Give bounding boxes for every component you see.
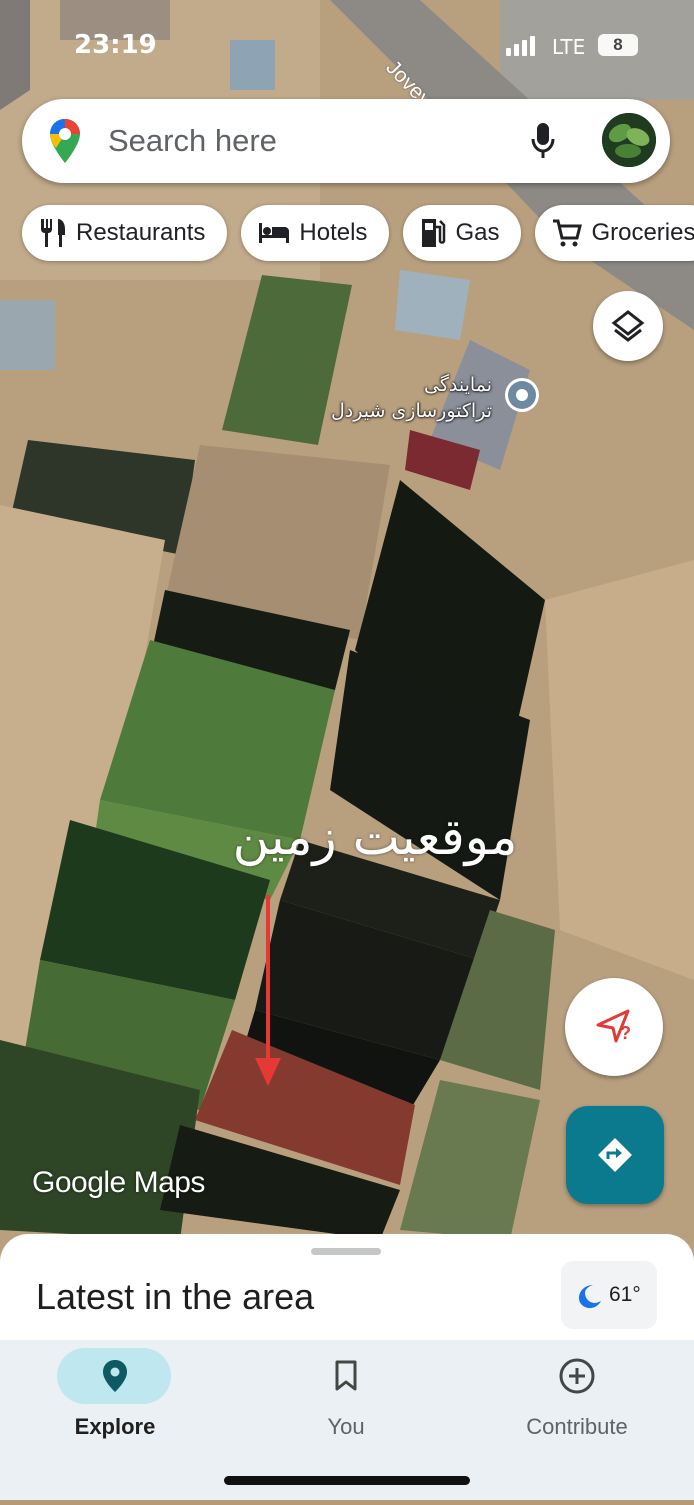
signal-icon (506, 36, 535, 56)
land-location-annotation: موقعیت زمین (232, 808, 518, 866)
place-marker[interactable] (503, 376, 541, 414)
place-label-line1: نمایندگی (424, 374, 492, 396)
bookmark-icon (335, 1360, 357, 1391)
sheet-drag-handle[interactable] (311, 1248, 381, 1255)
chip-restaurants[interactable]: Restaurants (22, 205, 228, 261)
place-pin-icon (505, 378, 539, 412)
place-label-line2: تراکتورسازی شیردل (330, 400, 492, 422)
location-unknown-icon: ? (596, 1009, 631, 1043)
avatar[interactable] (602, 113, 656, 167)
nav-label: Explore (74, 1414, 156, 1439)
shopping-cart-icon (553, 219, 583, 247)
weather-badge[interactable]: 61° (561, 1261, 657, 1329)
nav-label: You (327, 1414, 365, 1439)
chip-groceries[interactable]: Groceries (535, 205, 694, 261)
status-time: 23:19 (74, 30, 157, 60)
home-indicator[interactable] (224, 1476, 470, 1485)
bottom-sheet[interactable]: Latest in the area 61° (0, 1234, 694, 1354)
layers-icon (611, 310, 645, 342)
chip-label: Hotels (299, 219, 368, 246)
location-button[interactable]: ? (565, 978, 663, 1076)
nav-label: Contribute (526, 1414, 628, 1439)
chip-gas[interactable]: Gas (403, 205, 522, 261)
sheet-title: Latest in the area (36, 1276, 315, 1317)
location-pin-icon (103, 1360, 127, 1392)
nav-explore[interactable]: Explore (0, 1340, 230, 1450)
category-chips: Restaurants Hotels Gas Groceries (22, 205, 694, 261)
search-bar[interactable]: Search here (22, 99, 670, 183)
google-maps-watermark: Google Maps (32, 1166, 205, 1199)
layers-button[interactable] (593, 291, 663, 361)
temperature: 61° (609, 1283, 641, 1306)
moon-icon (579, 1285, 601, 1308)
search-input[interactable]: Search here (108, 123, 277, 159)
nav-contribute[interactable]: Contribute (462, 1340, 692, 1450)
plus-circle-icon (559, 1358, 595, 1394)
bed-icon (259, 223, 290, 243)
place-label[interactable]: نمایندگی تراکتورسازی شیردل (300, 372, 492, 424)
status-bar: 23:19 LTE 8 (0, 0, 694, 90)
fork-knife-icon (41, 219, 65, 247)
google-maps-logo-icon (48, 117, 82, 170)
chip-label: Groceries (591, 219, 694, 246)
directions-button[interactable] (566, 1106, 664, 1204)
chip-label: Gas (455, 219, 500, 246)
svg-text:?: ? (620, 1023, 631, 1043)
network-type: LTE (552, 35, 586, 59)
chip-label: Restaurants (76, 219, 206, 246)
microphone-icon[interactable] (530, 121, 556, 164)
directions-icon (598, 1138, 632, 1172)
battery-icon: 8 (598, 34, 638, 56)
chip-hotels[interactable]: Hotels (241, 205, 390, 261)
nav-you[interactable]: You (231, 1340, 461, 1450)
battery-level: 8 (613, 35, 623, 54)
gas-pump-icon (422, 219, 446, 247)
